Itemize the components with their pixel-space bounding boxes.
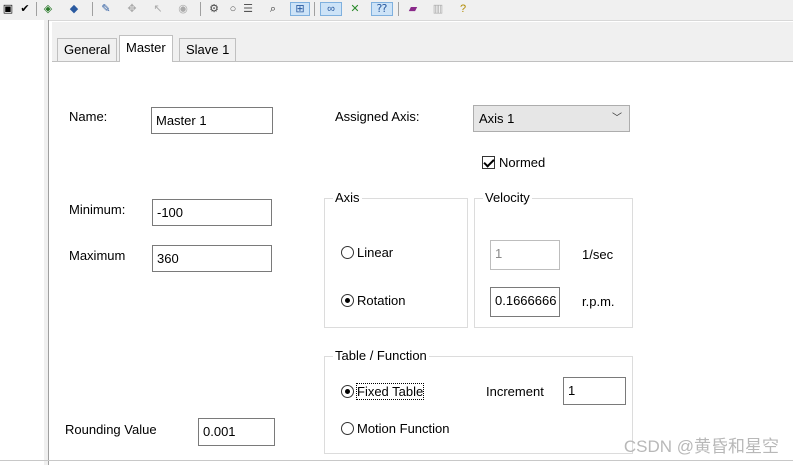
velocity-rpm-field[interactable]: 0.1666666 [490, 287, 560, 317]
edit-icon[interactable]: ✎ [98, 2, 114, 16]
tools-icon[interactable]: ▥ [430, 2, 446, 16]
zoom-icon[interactable]: ⌕ [265, 2, 281, 16]
fixed-table-label: Fixed Table [355, 383, 425, 400]
list-icon[interactable]: ☰ [240, 2, 256, 16]
velocity-sec-field: 1 [490, 240, 560, 270]
table-function-group: Table / Function Fixed Table Increment 1… [324, 348, 633, 454]
node-icon[interactable]: ⚙ [206, 2, 222, 16]
assigned-axis-value: Axis 1 [479, 111, 515, 126]
maximum-label: Maximum [69, 248, 126, 263]
move-icon[interactable]: ✥ [124, 2, 140, 16]
book-icon[interactable]: ▰ [405, 2, 421, 16]
axis-icon[interactable]: ✕ [347, 2, 363, 16]
rounding-value-label: Rounding Value [65, 422, 157, 437]
toolbar-separator [36, 2, 37, 16]
velocity-sec-unit: 1/sec [582, 247, 614, 262]
bottom-border [0, 460, 793, 461]
linear-radio[interactable] [341, 246, 354, 259]
circle-icon[interactable]: ○ [225, 2, 241, 16]
fixed-table-radio[interactable] [341, 385, 354, 398]
network-icon[interactable]: ⊞ [290, 2, 310, 16]
tab-slave-1[interactable]: Slave 1 [179, 38, 237, 61]
info-icon[interactable]: ? [455, 2, 471, 16]
maximum-field[interactable]: 360 [152, 245, 272, 272]
name-label: Name: [69, 109, 108, 124]
linear-label: Linear [357, 245, 394, 260]
minimum-label: Minimum: [69, 202, 126, 217]
assigned-axis-select[interactable]: Axis 1 ﹀ [473, 105, 630, 132]
master-tab-panel: Name: Master 1 Assigned Axis: Axis 1 ﹀ N… [53, 62, 793, 462]
velocity-group-title: Velocity [483, 190, 532, 205]
transform-icon[interactable]: ◆ [66, 2, 82, 16]
velocity-rpm-unit: r.p.m. [582, 294, 615, 309]
toolbar: ▣ ✔ ◈ ◆ ✎ ✥ ↖ ◉ ⚙ ○ ☰ ⌕ ⊞ ∞ ✕ ⁇ ▰ ▥ ? [0, 0, 793, 21]
check-icon[interactable]: ✔ [17, 2, 33, 16]
increment-field[interactable]: 1 [563, 377, 626, 405]
window-icon[interactable]: ▣ [0, 2, 16, 16]
circle-icon[interactable]: ◉ [175, 2, 191, 16]
minimum-field[interactable]: -100 [152, 199, 272, 226]
name-field[interactable]: Master 1 [151, 107, 273, 134]
velocity-group: Velocity 1 1/sec 0.1666666 r.p.m. [474, 190, 633, 328]
normed-checkbox[interactable] [482, 156, 495, 169]
normed-label: Normed [499, 155, 546, 170]
help-icon[interactable]: ⁇ [371, 2, 393, 16]
motion-function-radio[interactable] [341, 422, 354, 435]
motion-function-label: Motion Function [357, 421, 450, 436]
rotation-radio[interactable] [341, 294, 354, 307]
chevron-down-icon: ﹀ [612, 113, 622, 124]
toolbar-separator [200, 2, 201, 16]
rounding-value-field[interactable]: 0.001 [198, 418, 275, 446]
increment-label: Increment [486, 384, 544, 399]
panel-splitter[interactable] [44, 20, 49, 465]
view-icon[interactable]: ∞ [320, 2, 342, 16]
axis-group-title: Axis [333, 190, 362, 205]
left-tree-panel [0, 20, 45, 465]
watermark: CSDN @黄昏和星空 [623, 437, 779, 456]
axis-group: Axis Linear Rotation [324, 190, 468, 328]
tab-master[interactable]: Master [119, 35, 173, 62]
select-icon[interactable]: ◈ [40, 2, 56, 16]
rotation-label: Rotation [357, 293, 406, 308]
toolbar-separator [314, 2, 315, 16]
pointer-icon[interactable]: ↖ [150, 2, 166, 16]
toolbar-separator [92, 2, 93, 16]
toolbar-separator [398, 2, 399, 16]
tab-strip: General Master Slave 1 [52, 22, 793, 62]
assigned-axis-label: Assigned Axis: [335, 109, 420, 124]
table-function-group-title: Table / Function [333, 348, 429, 363]
tab-general[interactable]: General [57, 38, 118, 61]
